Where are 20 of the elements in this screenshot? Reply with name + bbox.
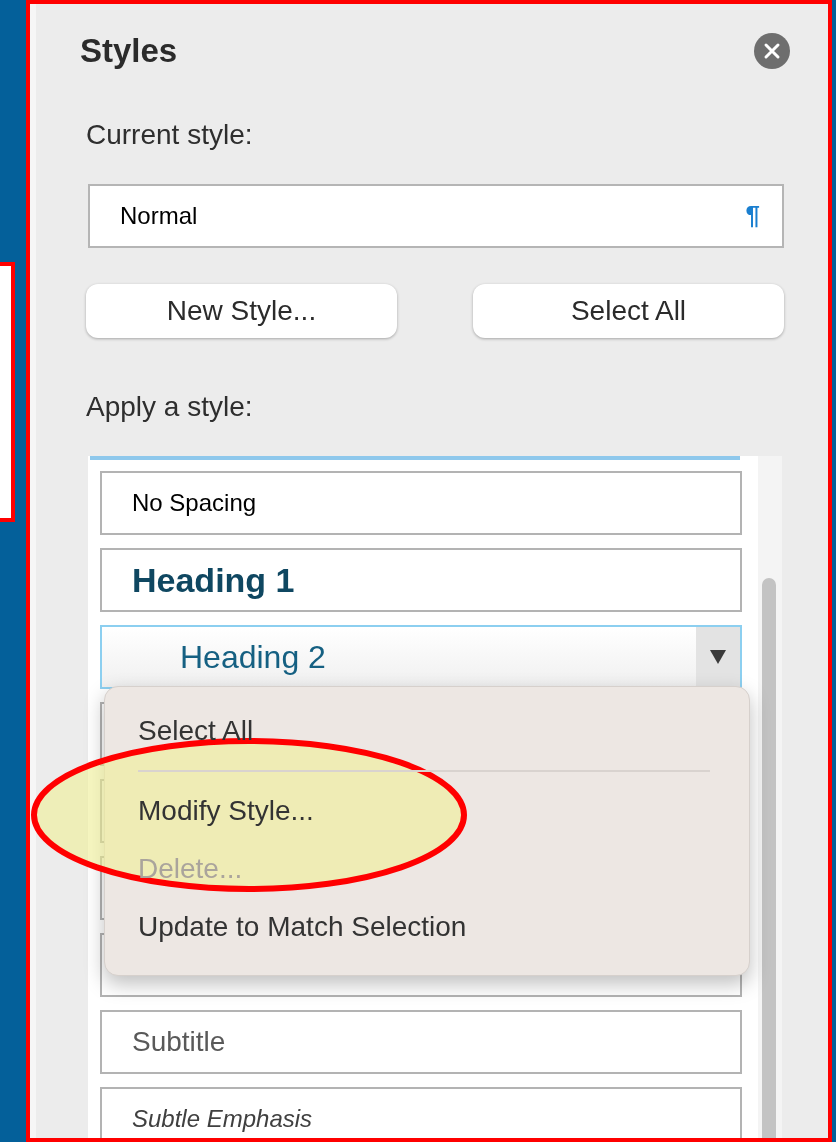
- current-style-field[interactable]: Normal ¶: [88, 183, 784, 248]
- style-item[interactable]: Subtle Emphasis: [100, 1087, 742, 1138]
- paragraph-mark: ¶: [745, 199, 760, 232]
- current-style-value: Normal: [120, 200, 198, 231]
- caret-icon: [710, 650, 726, 664]
- apply-style-label: Apply a style:: [86, 389, 254, 424]
- style-item[interactable]: No Spacing: [100, 471, 742, 535]
- menu-item[interactable]: Update to Match Selection: [138, 898, 467, 956]
- style-item[interactable]: Subtitle: [100, 1010, 742, 1074]
- menu-item[interactable]: Modify Style...: [138, 782, 314, 840]
- panel-title: Styles: [80, 31, 178, 71]
- dropdown-button[interactable]: [696, 627, 740, 687]
- scrollbar-thumb[interactable]: [762, 578, 776, 1138]
- style-item[interactable]: Heading 2: [100, 625, 742, 689]
- close-button[interactable]: [754, 32, 790, 69]
- style-item[interactable]: Heading 1: [100, 548, 742, 612]
- current-style-label: Current style:: [86, 117, 254, 152]
- panel-button[interactable]: Select All: [473, 283, 784, 338]
- close-icon: [763, 41, 781, 60]
- panel-button[interactable]: New Style...: [86, 283, 397, 338]
